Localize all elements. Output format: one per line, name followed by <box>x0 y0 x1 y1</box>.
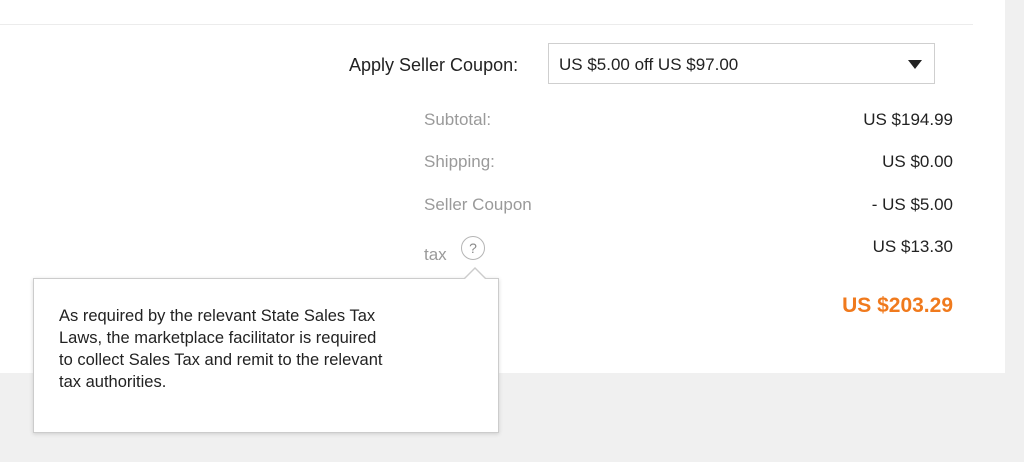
seller-coupon-select[interactable]: US $5.00 off US $97.00 <box>548 43 935 84</box>
shipping-label: Shipping: <box>424 152 495 171</box>
help-icon[interactable]: ? <box>461 236 485 260</box>
shipping-value: US $0.00 <box>882 152 953 171</box>
tooltip-line: to collect Sales Tax and remit to the re… <box>59 351 383 369</box>
tooltip-line: Laws, the marketplace facilitator is req… <box>59 329 377 347</box>
tax-value: US $13.30 <box>872 237 953 256</box>
tax-info-tooltip: As required by the relevant State Sales … <box>33 267 499 433</box>
checkout-page: Apply Seller Coupon: US $5.00 off US $97… <box>0 0 1024 462</box>
tooltip-arrow-fill <box>464 269 486 280</box>
tooltip-line: As required by the relevant State Sales … <box>59 307 376 325</box>
tax-label: tax <box>424 245 447 264</box>
tooltip-line: tax authorities. <box>59 373 167 391</box>
seller-coupon-selected-value: US $5.00 off US $97.00 <box>559 55 739 74</box>
seller-coupon-discount-value: - US $5.00 <box>871 195 953 214</box>
seller-coupon-label: Apply Seller Coupon: <box>349 55 519 75</box>
subtotal-value: US $194.99 <box>863 110 953 129</box>
divider <box>0 24 973 25</box>
subtotal-label: Subtotal: <box>424 110 492 129</box>
caret-down-icon <box>908 60 922 69</box>
tooltip-text: As required by the relevant State Sales … <box>59 305 479 393</box>
seller-coupon-discount-label: Seller Coupon <box>424 195 532 214</box>
order-total-value: US $203.29 <box>842 294 953 317</box>
